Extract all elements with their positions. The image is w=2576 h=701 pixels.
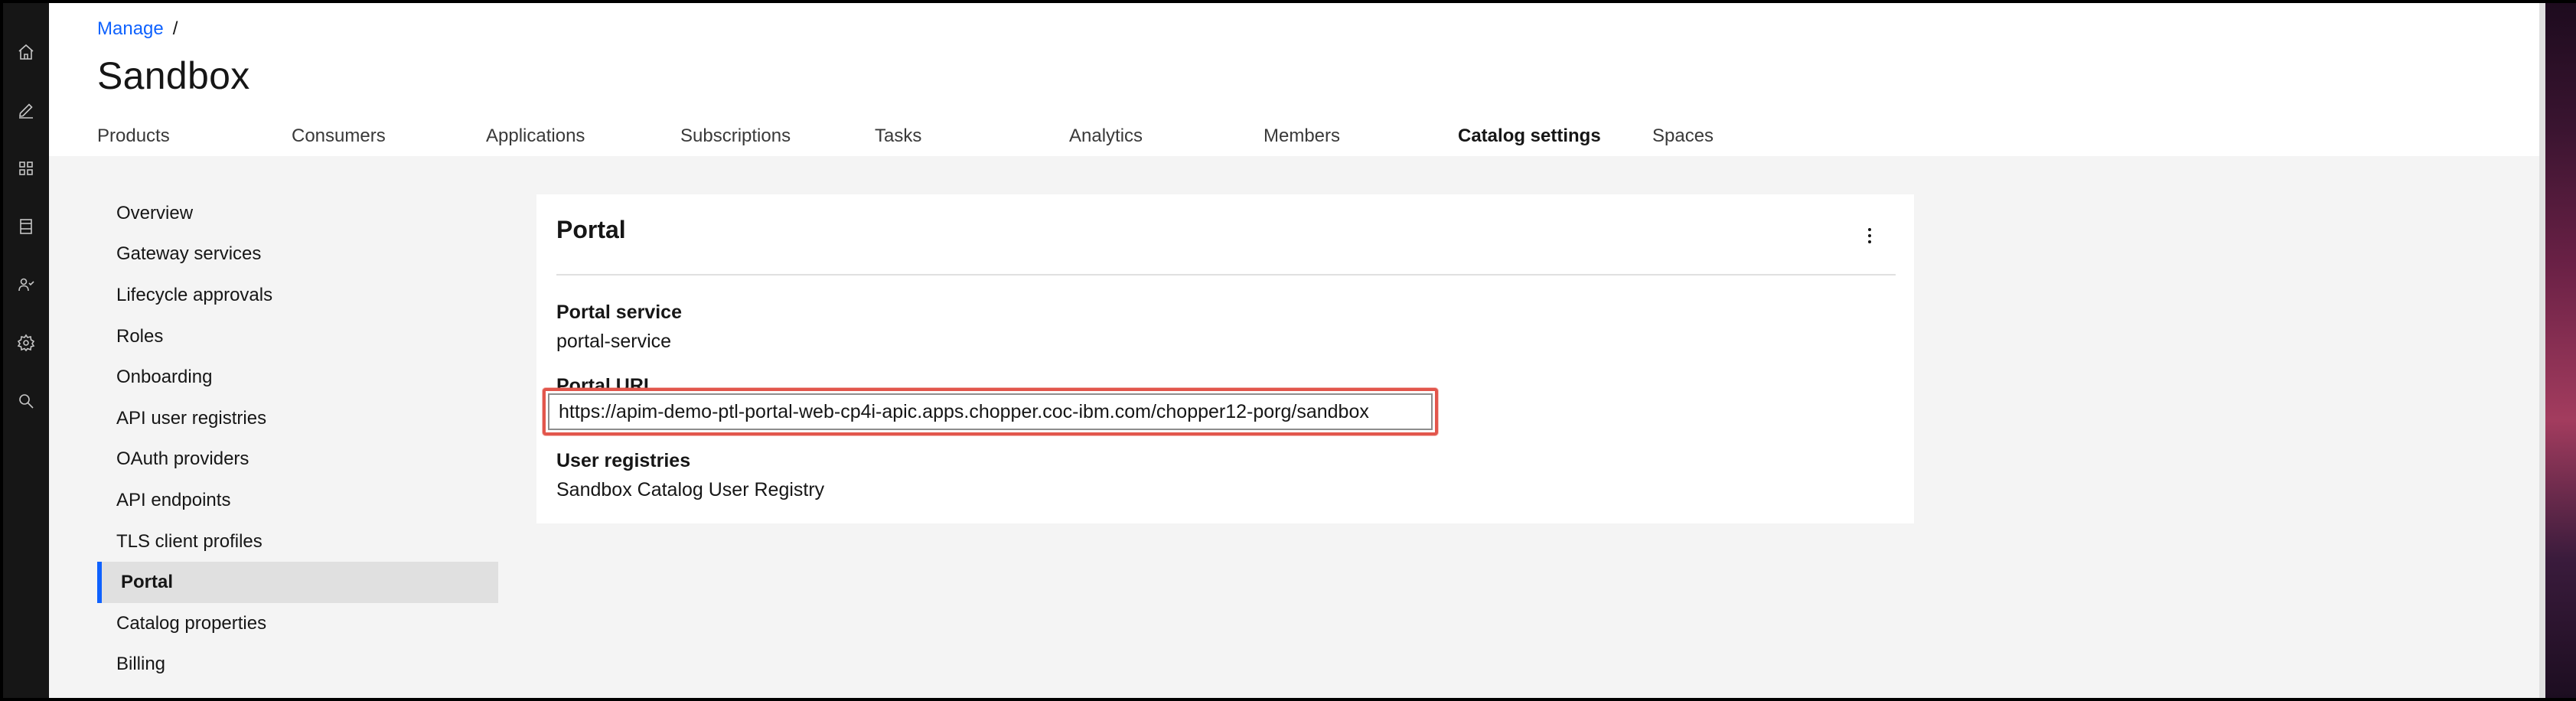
tab-analytics[interactable]: Analytics bbox=[1050, 118, 1244, 159]
tab-subscriptions[interactable]: Subscriptions bbox=[661, 118, 856, 159]
sidenav-item-tls-client-profiles[interactable]: TLS client profiles bbox=[97, 521, 498, 562]
portal-service-label: Portal service bbox=[556, 302, 682, 323]
breadcrumb-separator: / bbox=[172, 18, 178, 39]
sidenav-item-onboarding[interactable]: Onboarding bbox=[97, 357, 498, 398]
breadcrumb: Manage / bbox=[97, 18, 178, 40]
left-nav-rail bbox=[3, 3, 49, 698]
tab-catalog-settings[interactable]: Catalog settings bbox=[1439, 118, 1633, 159]
card-divider bbox=[556, 274, 1896, 276]
sidenav-item-roles[interactable]: Roles bbox=[97, 316, 498, 357]
sidenav-item-billing[interactable]: Billing bbox=[97, 644, 498, 686]
card-title: Portal bbox=[556, 216, 626, 243]
document-icon[interactable] bbox=[3, 205, 49, 248]
tab-members[interactable]: Members bbox=[1244, 118, 1439, 159]
catalog-settings-sidenav: Overview Gateway services Lifecycle appr… bbox=[97, 193, 498, 685]
home-icon[interactable] bbox=[3, 31, 49, 73]
portal-url-highlight: https://apim-demo-ptl-portal-web-cp4i-ap… bbox=[543, 388, 1438, 435]
portal-url-value[interactable]: https://apim-demo-ptl-portal-web-cp4i-ap… bbox=[548, 393, 1433, 430]
page-title: Sandbox bbox=[97, 54, 250, 97]
settings-icon[interactable] bbox=[3, 321, 49, 364]
sidenav-item-portal[interactable]: Portal bbox=[97, 562, 498, 603]
scrollbar-track[interactable] bbox=[2539, 3, 2545, 698]
portal-card: Portal Portal service portal-service Por… bbox=[536, 194, 1914, 523]
portal-service-value: portal-service bbox=[556, 331, 672, 352]
page-header: Manage / Sandbox Products Consumers Appl… bbox=[49, 3, 2539, 159]
tab-products[interactable]: Products bbox=[78, 118, 272, 159]
sidenav-item-gateway-services[interactable]: Gateway services bbox=[97, 234, 498, 276]
user-registries-value: Sandbox Catalog User Registry bbox=[556, 479, 825, 500]
edit-icon[interactable] bbox=[3, 89, 49, 132]
search-icon[interactable] bbox=[3, 380, 49, 422]
tab-tasks[interactable]: Tasks bbox=[856, 118, 1050, 159]
sidenav-item-catalog-properties[interactable]: Catalog properties bbox=[97, 603, 498, 644]
tab-applications[interactable]: Applications bbox=[467, 118, 661, 159]
sidenav-item-lifecycle-approvals[interactable]: Lifecycle approvals bbox=[97, 275, 498, 316]
overflow-menu-button[interactable] bbox=[1857, 223, 1882, 248]
breadcrumb-manage-link[interactable]: Manage bbox=[97, 18, 164, 40]
tab-bar: Products Consumers Applications Subscrip… bbox=[78, 118, 1828, 159]
users-icon[interactable] bbox=[3, 263, 49, 306]
overflow-menu-icon bbox=[1868, 228, 1871, 243]
sidenav-item-overview[interactable]: Overview bbox=[97, 193, 498, 234]
sidenav-item-oauth-providers[interactable]: OAuth providers bbox=[97, 439, 498, 481]
window-frame-bottom bbox=[0, 698, 2576, 701]
tab-spaces[interactable]: Spaces bbox=[1633, 118, 1828, 159]
tab-consumers[interactable]: Consumers bbox=[272, 118, 467, 159]
sidenav-item-api-endpoints[interactable]: API endpoints bbox=[97, 480, 498, 521]
user-registries-label: User registries bbox=[556, 450, 691, 471]
background-edge bbox=[2545, 3, 2576, 698]
sidenav-item-api-user-registries[interactable]: API user registries bbox=[97, 398, 498, 439]
apps-icon[interactable] bbox=[3, 147, 49, 190]
main-content: Overview Gateway services Lifecycle appr… bbox=[49, 156, 2539, 698]
